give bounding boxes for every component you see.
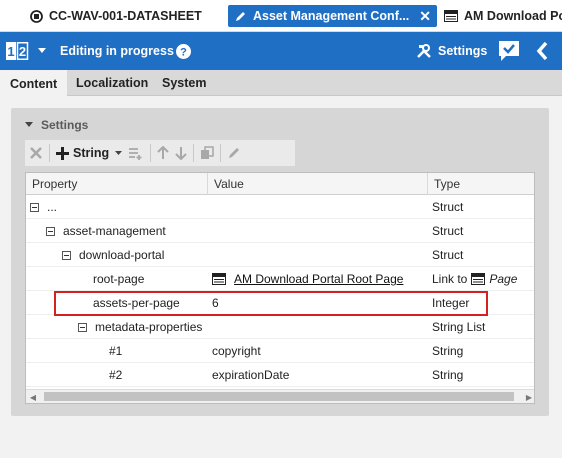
table-row[interactable]: root-page AM Download Portal Root Page L… [26, 267, 534, 291]
toolbar-divider [193, 144, 195, 162]
column-header-value[interactable]: Value [208, 173, 428, 195]
copy-icon[interactable] [200, 142, 214, 164]
page-icon [444, 10, 458, 22]
table-row[interactable]: assets-per-page 6 Integer [26, 291, 534, 315]
horizontal-scrollbar[interactable]: ◀ ▶ [26, 389, 534, 403]
add-string-button[interactable]: String [56, 142, 109, 164]
settings-label: Settings [438, 44, 488, 58]
scroll-right-icon[interactable]: ▶ [522, 390, 534, 403]
table-row[interactable]: ... Struct [26, 195, 534, 219]
document-icon [30, 9, 43, 23]
add-string-label: String [73, 146, 110, 160]
property-cell: root-page [93, 272, 145, 286]
property-cell: download-portal [79, 248, 165, 262]
arrow-down-icon[interactable] [175, 142, 187, 164]
table-row[interactable]: download-portal Struct [26, 243, 534, 267]
value-cell[interactable]: copyright [212, 339, 261, 363]
type-cell: String [432, 344, 464, 358]
svg-text:?: ? [180, 46, 187, 58]
collapse-toggle-icon[interactable] [62, 250, 71, 260]
type-cell-suffix: Page [489, 272, 518, 286]
type-cell: Struct [432, 200, 464, 214]
add-list-icon[interactable] [128, 142, 144, 164]
collapse-triangle-icon [25, 122, 33, 127]
page-icon [212, 273, 226, 285]
column-header-type[interactable]: Type [428, 173, 534, 195]
type-cell: Struct [432, 224, 464, 238]
editor-header: 1 2 Editing in progress ? Settings [0, 32, 562, 70]
pencil-icon [234, 10, 247, 23]
toolbar-divider [49, 144, 50, 162]
version-icon[interactable]: 1 2 [6, 32, 30, 70]
svg-text:1: 1 [7, 44, 14, 59]
tab-datasheet[interactable]: CC-WAV-001-DATASHEET [30, 5, 202, 27]
type-cell: Link to [432, 272, 468, 286]
value-cell[interactable]: expirationDate [212, 363, 289, 387]
property-cell: metadata-properties [95, 320, 203, 334]
settings-panel: Settings String Property Value Type ... … [11, 108, 549, 416]
arrow-up-icon[interactable] [157, 142, 169, 164]
settings-button[interactable]: Settings [416, 32, 487, 70]
settings-section-header[interactable]: Settings [25, 118, 88, 132]
document-tab-bar: CC-WAV-001-DATASHEET Asset Management Co… [0, 0, 562, 32]
settings-section-title: Settings [41, 118, 89, 132]
tab-label: CC-WAV-001-DATASHEET [49, 9, 202, 23]
scroll-left-icon[interactable]: ◀ [26, 390, 40, 403]
svg-text:2: 2 [19, 44, 26, 59]
pencil-icon[interactable] [227, 142, 241, 164]
page-icon [471, 273, 486, 285]
grid-header: Property Value Type [26, 173, 534, 195]
chevron-down-icon[interactable] [115, 142, 123, 164]
tab-label: AM Download Po [464, 9, 562, 23]
toolbar-divider [220, 144, 222, 162]
tab-label: Asset Management Conf... [253, 9, 410, 23]
property-cell: ... [47, 200, 58, 214]
collapse-toggle-icon[interactable] [46, 226, 55, 236]
type-cell: String List [432, 320, 486, 334]
content-tabs: Content Localization System [0, 70, 562, 97]
tab-am-download-portal[interactable]: AM Download Po [444, 5, 562, 27]
settings-grid: Property Value Type ... Struct asset-man… [25, 172, 535, 404]
root-page-link[interactable]: AM Download Portal Root Page [234, 272, 403, 286]
table-row[interactable]: asset-management Struct [26, 219, 534, 243]
checkin-icon[interactable] [498, 32, 520, 70]
tab-system[interactable]: System [152, 70, 216, 96]
collapse-toggle-icon[interactable] [78, 322, 87, 332]
close-icon[interactable]: ✕ [419, 8, 431, 25]
property-cell: asset-management [63, 224, 166, 238]
toolbar-divider [150, 144, 152, 162]
chevron-down-icon[interactable] [38, 32, 46, 70]
tab-localization[interactable]: Localization [66, 70, 158, 96]
value-cell[interactable]: 6 [212, 291, 219, 315]
table-row[interactable]: metadata-properties String List [26, 315, 534, 339]
column-header-property[interactable]: Property [26, 173, 208, 195]
scrollbar-thumb[interactable] [44, 392, 514, 401]
property-cell: #1 [109, 344, 123, 358]
editing-status: Editing in progress [60, 44, 174, 58]
help-icon[interactable]: ? [176, 32, 191, 70]
collapse-toggle-icon[interactable] [30, 202, 39, 212]
type-cell: Integer [432, 296, 470, 310]
tab-content[interactable]: Content [0, 70, 68, 97]
tab-asset-management-config[interactable]: Asset Management Conf... ✕ [228, 5, 438, 27]
struct-toolbar: String [25, 140, 295, 166]
delete-icon[interactable] [29, 142, 43, 164]
type-cell: String [432, 368, 464, 382]
tools-icon [416, 43, 432, 59]
property-cell: assets-per-page [93, 296, 180, 310]
back-arrow-icon[interactable] [536, 32, 548, 70]
plus-icon [56, 146, 69, 160]
table-row[interactable]: #2 expirationDate String [26, 363, 534, 387]
table-row[interactable]: #1 copyright String [26, 339, 534, 363]
type-cell: Struct [432, 248, 464, 262]
property-cell: #2 [109, 368, 123, 382]
